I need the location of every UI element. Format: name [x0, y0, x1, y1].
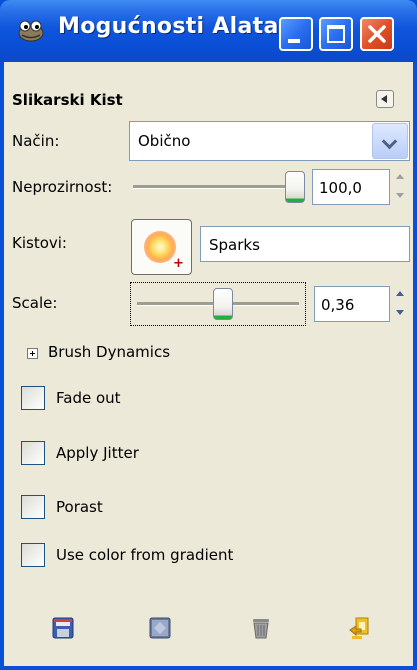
spin-down-icon[interactable] [391, 187, 409, 204]
spin-up-icon[interactable] [391, 286, 409, 303]
fade-out-checkbox[interactable] [21, 386, 45, 410]
title-bar[interactable]: Mogućnosti Alata [0, 0, 417, 62]
tool-options-panel: Slikarski Kist Način: Obično Neprozirnos… [4, 62, 413, 666]
spin-down-icon[interactable] [391, 304, 409, 321]
minimize-button[interactable] [279, 17, 313, 51]
spin-up-icon[interactable] [391, 169, 409, 186]
fade-out-label[interactable]: Fade out [56, 389, 121, 407]
expand-plus-icon[interactable] [27, 348, 38, 359]
plus-icon: + [173, 256, 184, 271]
scale-slider-thumb[interactable] [213, 288, 233, 320]
scale-label: Scale: [12, 294, 58, 312]
sparks-brush-icon [144, 231, 176, 263]
apply-jitter-checkbox[interactable] [21, 441, 45, 465]
scale-spin-buttons[interactable] [391, 286, 409, 322]
tool-heading: Slikarski Kist [12, 91, 123, 109]
mode-combo[interactable]: Obično [129, 121, 410, 161]
brush-name: Sparks [209, 236, 260, 254]
opacity-spin-buttons[interactable] [391, 169, 409, 205]
close-icon [368, 25, 386, 43]
tool-options-window: Mogućnosti Alata Slikarski Kist Način: O… [0, 0, 417, 670]
close-button[interactable] [360, 17, 394, 51]
mode-label: Način: [12, 132, 60, 150]
mode-value: Obično [138, 132, 191, 150]
chevron-down-icon[interactable] [372, 123, 408, 159]
maximize-icon [327, 25, 345, 43]
opacity-spinbox[interactable]: 100,0 [312, 169, 390, 205]
brush-name-field[interactable]: Sparks [200, 226, 410, 262]
apply-jitter-label[interactable]: Apply Jitter [56, 444, 139, 462]
opacity-slider-track[interactable] [133, 185, 305, 189]
opacity-value: 100,0 [319, 179, 362, 197]
scale-value: 0,36 [321, 296, 355, 314]
gimp-wilber-icon [18, 20, 44, 42]
tab-menu-arrow-icon[interactable] [376, 90, 394, 108]
opacity-slider-thumb[interactable] [285, 171, 305, 203]
reset-options-icon[interactable] [348, 616, 372, 640]
opacity-label: Neprozirnost: [12, 178, 113, 196]
porast-checkbox[interactable] [21, 495, 45, 519]
scale-slider[interactable] [130, 282, 306, 326]
opacity-slider[interactable] [129, 168, 309, 206]
window-frame-bottom [0, 666, 417, 670]
brushes-label: Kistovi: [12, 234, 67, 252]
delete-options-icon[interactable] [249, 616, 273, 640]
minimize-icon [288, 39, 300, 43]
maximize-button[interactable] [319, 17, 353, 51]
porast-label[interactable]: Porast [56, 498, 103, 516]
brush-preview-button[interactable]: + [131, 219, 192, 275]
save-options-icon[interactable] [51, 616, 75, 640]
restore-options-icon[interactable] [148, 616, 172, 640]
brush-dynamics-label[interactable]: Brush Dynamics [48, 343, 170, 361]
use-color-from-gradient-label[interactable]: Use color from gradient [56, 546, 233, 564]
scale-spinbox[interactable]: 0,36 [314, 286, 390, 322]
window-title: Mogućnosti Alata [58, 14, 279, 39]
use-color-from-gradient-checkbox[interactable] [21, 543, 45, 567]
